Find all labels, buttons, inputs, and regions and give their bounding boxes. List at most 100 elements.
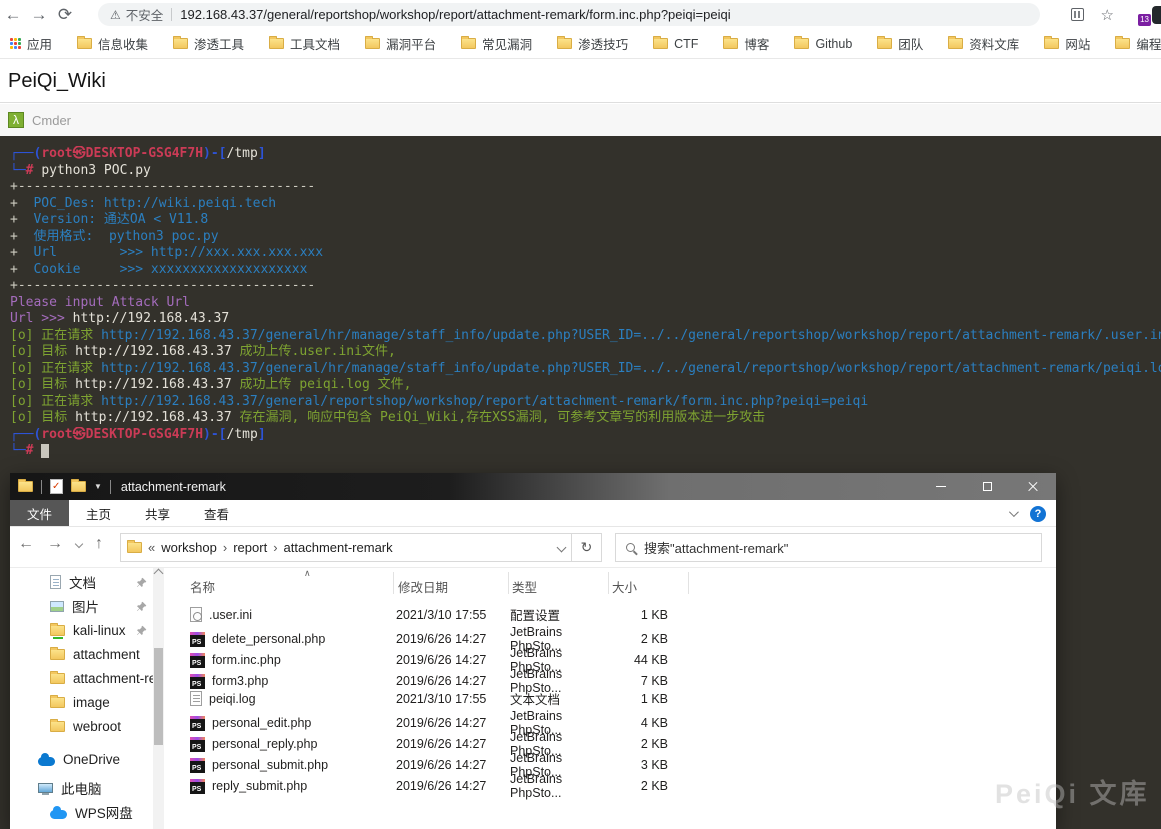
- file-row[interactable]: PS personal_submit.php 2019/6/26 14:27 JetB…: [178, 751, 1056, 779]
- apps-grid-dot: [18, 42, 21, 45]
- sidebar-item-此电脑[interactable]: 此电脑: [10, 776, 153, 800]
- refresh-icon[interactable]: ⟳: [52, 6, 78, 23]
- qat-separator: [109, 479, 111, 494]
- column-separator[interactable]: [508, 572, 509, 594]
- bookmark-folder[interactable]: 渗透工具: [173, 34, 244, 53]
- terminal-line: + 使用格式: python3 poc.py: [10, 229, 1161, 246]
- apps-grid-dot: [10, 42, 13, 45]
- bookmark-folder-icon: [877, 36, 893, 49]
- file-row[interactable]: .user.ini 2021/3/10 17:55 配置设置 1 KB: [178, 604, 1056, 625]
- terminal-text: 使用格式: python3 poc.py: [17, 228, 219, 244]
- extension-icon[interactable]: 13: [1130, 6, 1151, 26]
- terminal-text: [o] 目标: [10, 410, 76, 425]
- reading-list-icon[interactable]: [1070, 8, 1084, 21]
- column-header-修改日期[interactable]: 修改日期: [396, 577, 510, 596]
- file-row[interactable]: PS reply_submit.php 2019/6/26 14:27 JetBrai…: [178, 772, 1056, 800]
- collapse-ribbon-chevron-icon[interactable]: [1008, 507, 1019, 518]
- column-separator[interactable]: [688, 572, 689, 594]
- explorer-refresh-button[interactable]: ↻: [572, 533, 602, 562]
- maximize-button[interactable]: [964, 473, 1010, 500]
- properties-check-icon[interactable]: [50, 479, 63, 494]
- file-rows: .user.ini 2021/3/10 17:55 配置设置 1 KB PS delete…: [178, 604, 1056, 800]
- terminal-text: +: [10, 261, 18, 277]
- breadcrumb-item[interactable]: report: [233, 540, 267, 555]
- close-button[interactable]: [1010, 473, 1056, 500]
- sidebar-item-webroot[interactable]: webroot: [10, 714, 153, 738]
- file-type: 文本文档: [510, 693, 561, 707]
- file-name-cell: PS form.inc.php: [178, 652, 396, 668]
- bookmark-star-icon[interactable]: ☆: [1101, 6, 1114, 24]
- up-icon[interactable]: ↑: [95, 535, 103, 553]
- ribbon-tab-主页[interactable]: 主页: [69, 500, 128, 526]
- breadcrumb-item[interactable]: attachment-remark: [284, 540, 393, 555]
- sidebar-item-kali-linux[interactable]: kali-linux: [10, 618, 153, 642]
- sidebar-item-WPS网盘[interactable]: WPS网盘: [10, 800, 153, 824]
- back-icon[interactable]: ←: [0, 6, 26, 23]
- ribbon-tab-共享[interactable]: 共享: [128, 500, 187, 526]
- address-bar[interactable]: ⚠ 不安全 192.168.43.37/general/reportshop/w…: [98, 3, 1040, 26]
- explorer-search-box[interactable]: 搜索"attachment-remark": [615, 533, 1042, 562]
- file-date: 2019/6/26 14:27: [396, 758, 487, 772]
- file-row[interactable]: PS form.inc.php 2019/6/26 14:27 JetBrains P…: [178, 646, 1056, 674]
- file-row[interactable]: PS form3.php 2019/6/26 14:27 JetBrains PhpS…: [178, 667, 1056, 695]
- breadcrumb-item[interactable]: workshop: [161, 540, 217, 555]
- column-separator[interactable]: [393, 572, 394, 594]
- column-header-大小[interactable]: 大小: [610, 577, 685, 596]
- bookmark-folder[interactable]: 漏洞平台: [365, 34, 436, 53]
- ribbon-tab-文件[interactable]: 文件: [10, 500, 70, 526]
- file-row[interactable]: PS delete_personal.php 2019/6/26 14:27 JetB…: [178, 625, 1056, 653]
- explorer-sidebar: 文档图片 kali-linux attachment attachment-remar…: [10, 568, 153, 829]
- bookmark-folder[interactable]: 渗透技巧: [557, 34, 628, 53]
- explorer-breadcrumb[interactable]: « workshop › report › attachment-remark: [120, 533, 572, 562]
- scrollbar-up-icon[interactable]: [153, 568, 164, 579]
- bookmark-apps[interactable]: 应用: [10, 34, 52, 53]
- file-name-cell: peiqi.log: [178, 691, 396, 706]
- sidebar-item-attachment[interactable]: attachment: [10, 642, 153, 666]
- forward-icon[interactable]: →: [26, 6, 52, 23]
- bookmark-folder[interactable]: 工具文档: [269, 34, 340, 53]
- file-row[interactable]: peiqi.log 2021/3/10 17:55 文本文档 1 KB: [178, 688, 1056, 709]
- scrollbar-thumb[interactable]: [154, 648, 163, 745]
- recent-locations-chevron-icon[interactable]: [74, 539, 84, 549]
- cmder-tab-label[interactable]: Cmder: [32, 113, 71, 128]
- sidebar-item-图片[interactable]: 图片: [10, 594, 153, 618]
- column-separator[interactable]: [608, 572, 609, 594]
- bookmark-folder[interactable]: 网站: [1044, 34, 1090, 53]
- column-header-类型[interactable]: 类型: [510, 577, 610, 596]
- bookmark-folder[interactable]: 编程: [1115, 34, 1161, 53]
- address-dropdown-chevron-icon[interactable]: [556, 542, 567, 553]
- file-date: 2019/6/26 14:27: [396, 779, 487, 793]
- file-name: form.inc.php: [212, 653, 281, 667]
- explorer-back-icon[interactable]: ←: [18, 535, 34, 553]
- ribbon-tab-查看[interactable]: 查看: [187, 500, 246, 526]
- new-folder-icon[interactable]: [71, 479, 86, 492]
- sidebar-item-文档[interactable]: 文档: [10, 570, 153, 594]
- help-icon[interactable]: ?: [1030, 505, 1046, 522]
- terminal-text: http://192.168.43.37/general/reportshop/…: [101, 393, 869, 409]
- column-header-名称[interactable]: 名称: [178, 577, 396, 596]
- toolbar-right: ☆ 13: [1070, 0, 1161, 29]
- bookmark-folder[interactable]: 团队: [877, 34, 923, 53]
- file-row[interactable]: PS personal_reply.php 2019/6/26 14:27 JetBr…: [178, 730, 1056, 758]
- bookmark-folder[interactable]: CTF: [653, 36, 698, 51]
- bookmark-folder[interactable]: 常见漏洞: [461, 34, 532, 53]
- bookmark-folder-icon: [1115, 36, 1131, 49]
- terminal-text: Cookie >>> xxxxxxxxxxxxxxxxxxxx: [17, 261, 308, 277]
- bookmark-folder[interactable]: 信息收集: [77, 34, 148, 53]
- bookmark-folder[interactable]: 资料文库: [948, 34, 1019, 53]
- explorer-titlebar[interactable]: ▼ attachment-remark: [10, 473, 1056, 500]
- file-row[interactable]: PS personal_edit.php 2019/6/26 14:27 JetBra…: [178, 709, 1056, 737]
- sidebar-scrollbar[interactable]: [153, 568, 164, 829]
- cmder-tab-bar: λ Cmder: [0, 104, 1161, 136]
- window-title: attachment-remark: [120, 479, 226, 494]
- sidebar-item-OneDrive[interactable]: OneDrive: [10, 747, 153, 771]
- sidebar-item-attachment-remark[interactable]: attachment-remark: [10, 666, 153, 690]
- profile-avatar[interactable]: [1152, 6, 1161, 24]
- minimize-button[interactable]: [918, 473, 964, 500]
- qat-customize-chevron-icon[interactable]: ▼: [94, 482, 102, 491]
- bookmark-folder[interactable]: 博客: [723, 34, 769, 53]
- bookmark-folder-icon: [365, 36, 381, 49]
- sidebar-item-image[interactable]: image: [10, 690, 153, 714]
- bookmark-folder[interactable]: Github: [794, 36, 852, 51]
- explorer-forward-icon[interactable]: →: [47, 535, 63, 553]
